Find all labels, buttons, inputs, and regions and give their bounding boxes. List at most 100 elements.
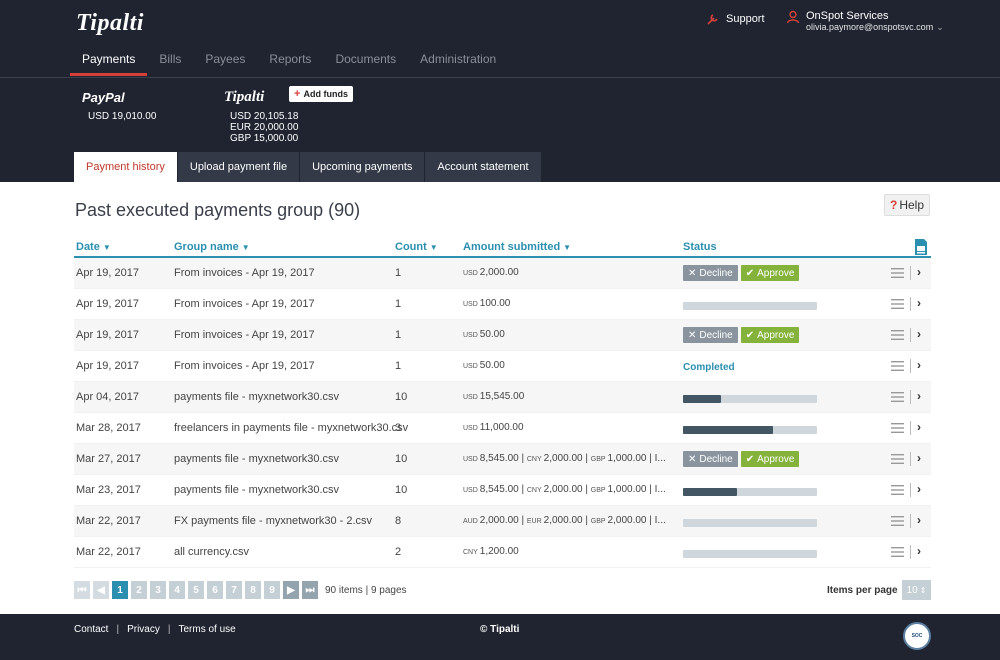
currency-code: USD: [463, 301, 478, 308]
tab-upcoming-payments[interactable]: Upcoming payments: [300, 152, 425, 182]
nav-reports[interactable]: Reports: [257, 46, 323, 76]
chevron-right-icon[interactable]: ›: [917, 265, 921, 279]
user-icon: [786, 10, 800, 24]
table-row[interactable]: Apr 04, 2017 payments file - myxnetwork30…: [74, 382, 931, 413]
col-date[interactable]: Date ▼: [76, 241, 111, 253]
amount-separator: |: [518, 484, 527, 495]
page-button[interactable]: 8: [245, 581, 261, 599]
chevron-down-icon[interactable]: ⌄: [936, 22, 944, 32]
hamburger-menu-icon[interactable]: [891, 392, 904, 402]
nav-documents[interactable]: Documents: [323, 46, 408, 76]
page-button[interactable]: 2: [131, 581, 147, 599]
sort-icon: ▼: [429, 243, 438, 252]
privacy-link[interactable]: Privacy: [127, 624, 160, 635]
currency-code: USD: [463, 270, 478, 277]
col-count[interactable]: Count ▼: [395, 241, 438, 253]
chevron-right-icon[interactable]: ›: [917, 482, 921, 496]
page-button[interactable]: 3: [150, 581, 166, 599]
prev-page-icon[interactable]: ◀: [93, 581, 109, 599]
hamburger-menu-icon[interactable]: [891, 516, 904, 526]
nav-administration[interactable]: Administration: [408, 46, 508, 76]
nav-bills[interactable]: Bills: [147, 46, 193, 76]
chevron-right-icon[interactable]: ›: [917, 420, 921, 434]
hamburger-menu-icon[interactable]: [891, 485, 904, 495]
table-row[interactable]: Apr 19, 2017 From invoices - Apr 19, 2017…: [74, 351, 931, 382]
table-row[interactable]: Mar 23, 2017 payments file - myxnetwork30…: [74, 475, 931, 506]
cell-group-name: From invoices - Apr 19, 2017: [174, 298, 315, 310]
nav-payments[interactable]: Payments: [70, 46, 148, 76]
hamburger-menu-icon[interactable]: [891, 454, 904, 464]
page-button[interactable]: 7: [226, 581, 242, 599]
plus-icon: +: [294, 88, 301, 100]
tab-upload-payment-file[interactable]: Upload payment file: [177, 152, 300, 182]
help-button[interactable]: ? Help: [884, 194, 930, 216]
currency-code: USD: [463, 332, 478, 339]
decline-button[interactable]: ✕ Decline: [683, 265, 738, 281]
amount-ellipsis: | I...: [646, 453, 666, 464]
terms-link[interactable]: Terms of use: [178, 624, 235, 635]
amount-ellipsis: | I...: [646, 484, 666, 495]
hamburger-menu-icon[interactable]: [891, 330, 904, 340]
cell-date: Apr 04, 2017: [76, 391, 139, 403]
export-file-icon[interactable]: [913, 238, 929, 256]
row-divider: [910, 266, 911, 280]
page-button[interactable]: 6: [207, 581, 223, 599]
payments-table: Date ▼ Group name ▼ Count ▼ Amount submitte…: [74, 238, 931, 568]
hamburger-menu-icon[interactable]: [891, 547, 904, 557]
amount-value: 2,000.00: [543, 453, 583, 464]
hamburger-menu-icon[interactable]: [891, 423, 904, 433]
cell-group-name: FX payments file - myxnetwork30 - 2.csv: [174, 515, 373, 527]
decline-button[interactable]: ✕ Decline: [683, 327, 738, 343]
chevron-right-icon[interactable]: ›: [917, 358, 921, 372]
page-button[interactable]: 1: [112, 581, 128, 599]
approve-label: Approve: [757, 267, 795, 279]
page-button[interactable]: 9: [264, 581, 280, 599]
last-page-icon[interactable]: ⏭: [302, 581, 318, 599]
approve-button[interactable]: ✔ Approve: [740, 327, 800, 343]
page-button[interactable]: 5: [188, 581, 204, 599]
nav-payees[interactable]: Payees: [193, 46, 257, 76]
tipalti-balance-logo: Tipalti: [224, 89, 265, 105]
table-row[interactable]: Mar 27, 2017 payments file - myxnetwork30…: [74, 444, 931, 475]
hamburger-menu-icon[interactable]: [891, 361, 904, 371]
account-menu[interactable]: OnSpot Services olivia.paymore@onspotsvc…: [786, 10, 944, 32]
amount-ellipsis: | I...: [646, 515, 666, 526]
chevron-right-icon[interactable]: ›: [917, 544, 921, 558]
tipalti-logo[interactable]: Tipalti: [76, 10, 144, 37]
next-page-icon[interactable]: ▶: [283, 581, 299, 599]
col-amount[interactable]: Amount submitted ▼: [463, 241, 571, 253]
row-divider: [910, 452, 911, 466]
chevron-right-icon[interactable]: ›: [917, 327, 921, 341]
approve-button[interactable]: ✔ Approve: [740, 451, 800, 467]
add-funds-button[interactable]: + Add funds: [289, 86, 353, 102]
contact-link[interactable]: Contact: [74, 624, 108, 635]
table-row[interactable]: Apr 19, 2017 From invoices - Apr 19, 2017…: [74, 320, 931, 351]
decline-label: Decline: [699, 267, 733, 279]
status-cell: [683, 420, 817, 436]
first-page-icon[interactable]: ⏮: [74, 581, 90, 599]
table-row[interactable]: Mar 22, 2017 FX payments file - myxnetwor…: [74, 506, 931, 537]
page-button[interactable]: 4: [169, 581, 185, 599]
table-row[interactable]: Mar 28, 2017 freelancers in payments file…: [74, 413, 931, 444]
amount-separator: |: [518, 515, 527, 526]
chevron-right-icon[interactable]: ›: [917, 451, 921, 465]
cell-count: 10: [395, 453, 408, 465]
tab-payment-history[interactable]: Payment history: [74, 152, 177, 182]
chevron-right-icon[interactable]: ›: [917, 513, 921, 527]
table-row[interactable]: Apr 19, 2017 From invoices - Apr 19, 2017…: [74, 258, 931, 289]
hamburger-menu-icon[interactable]: [891, 299, 904, 309]
approve-button[interactable]: ✔ Approve: [740, 265, 800, 281]
chevron-right-icon[interactable]: ›: [917, 296, 921, 310]
tab-account-statement[interactable]: Account statement: [425, 152, 541, 182]
table-row[interactable]: Mar 22, 2017 all currency.csv 2 CNY 1,200.00…: [74, 537, 931, 568]
divider: |: [167, 624, 171, 635]
status-completed: Completed: [683, 361, 735, 373]
table-row[interactable]: Apr 19, 2017 From invoices - Apr 19, 2017…: [74, 289, 931, 320]
decline-button[interactable]: ✕ Decline: [683, 451, 738, 467]
cell-date: Mar 23, 2017: [76, 484, 141, 496]
items-per-page-select[interactable]: 10 ⇕: [902, 580, 931, 600]
chevron-right-icon[interactable]: ›: [917, 389, 921, 403]
support-link[interactable]: Support: [706, 12, 765, 26]
col-group-name[interactable]: Group name ▼: [174, 241, 250, 253]
hamburger-menu-icon[interactable]: [891, 268, 904, 278]
